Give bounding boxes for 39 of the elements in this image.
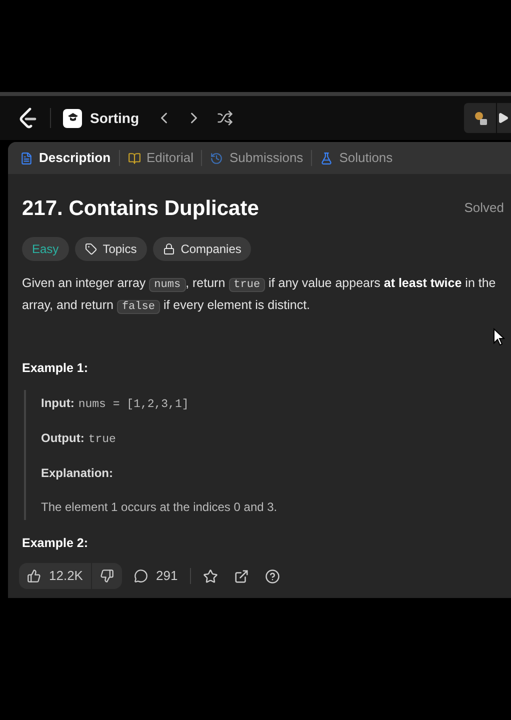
- panel-tab[interactable]: Submissions: [210, 148, 304, 168]
- debugger-button[interactable]: [464, 103, 496, 133]
- run-button[interactable]: [497, 103, 511, 133]
- problem-title: 217. Contains Duplicate: [22, 198, 259, 219]
- flask-icon: [320, 152, 334, 164]
- explanation-label: Explanation:: [41, 465, 114, 482]
- comment-icon: [134, 569, 148, 583]
- thumbs-down-icon: [100, 569, 114, 583]
- tag-icon: [84, 243, 97, 255]
- topics-tag[interactable]: Topics: [74, 237, 147, 261]
- list-title[interactable]: Sorting: [90, 108, 139, 128]
- shuffle-icon[interactable]: [217, 110, 233, 126]
- book-icon: [128, 152, 141, 164]
- companies-tag[interactable]: Companies: [152, 237, 252, 261]
- list-badge-icon: [63, 108, 82, 128]
- output-label: Output:: [41, 430, 84, 447]
- thumbs-up-icon: [27, 569, 41, 583]
- history-icon: [210, 152, 224, 164]
- document-icon: [20, 152, 33, 164]
- play-icon: [497, 112, 509, 124]
- panel-tab[interactable]: Editorial: [128, 148, 194, 168]
- output-value: true: [88, 432, 116, 448]
- logo-icon: [18, 107, 38, 129]
- panel-tab[interactable]: Description: [20, 148, 111, 168]
- difficulty-tag: Easy: [22, 237, 69, 261]
- panel-tab[interactable]: Solutions: [320, 148, 393, 168]
- cursor-icon: [493, 328, 505, 346]
- example-heading: Example 2:: [22, 535, 90, 552]
- input-label: Input:: [41, 394, 74, 412]
- lock-icon: [162, 243, 175, 255]
- solved-status: Solved: [464, 199, 504, 217]
- share-icon[interactable]: [234, 568, 249, 584]
- explanation-text: The element 1 occurs at the indices 0 and 3.: [41, 499, 278, 516]
- problem-description: Given an integer array nums , return true if any value appears at least twice in the array, and return false if every element is distinct.: [22, 275, 497, 316]
- example-heading: Example 1:: [22, 360, 90, 377]
- help-icon[interactable]: [264, 568, 280, 584]
- input-value: nums = [1,2,3,1]: [78, 396, 189, 413]
- comments-button[interactable]: 291: [134, 566, 178, 586]
- star-icon[interactable]: [202, 568, 218, 584]
